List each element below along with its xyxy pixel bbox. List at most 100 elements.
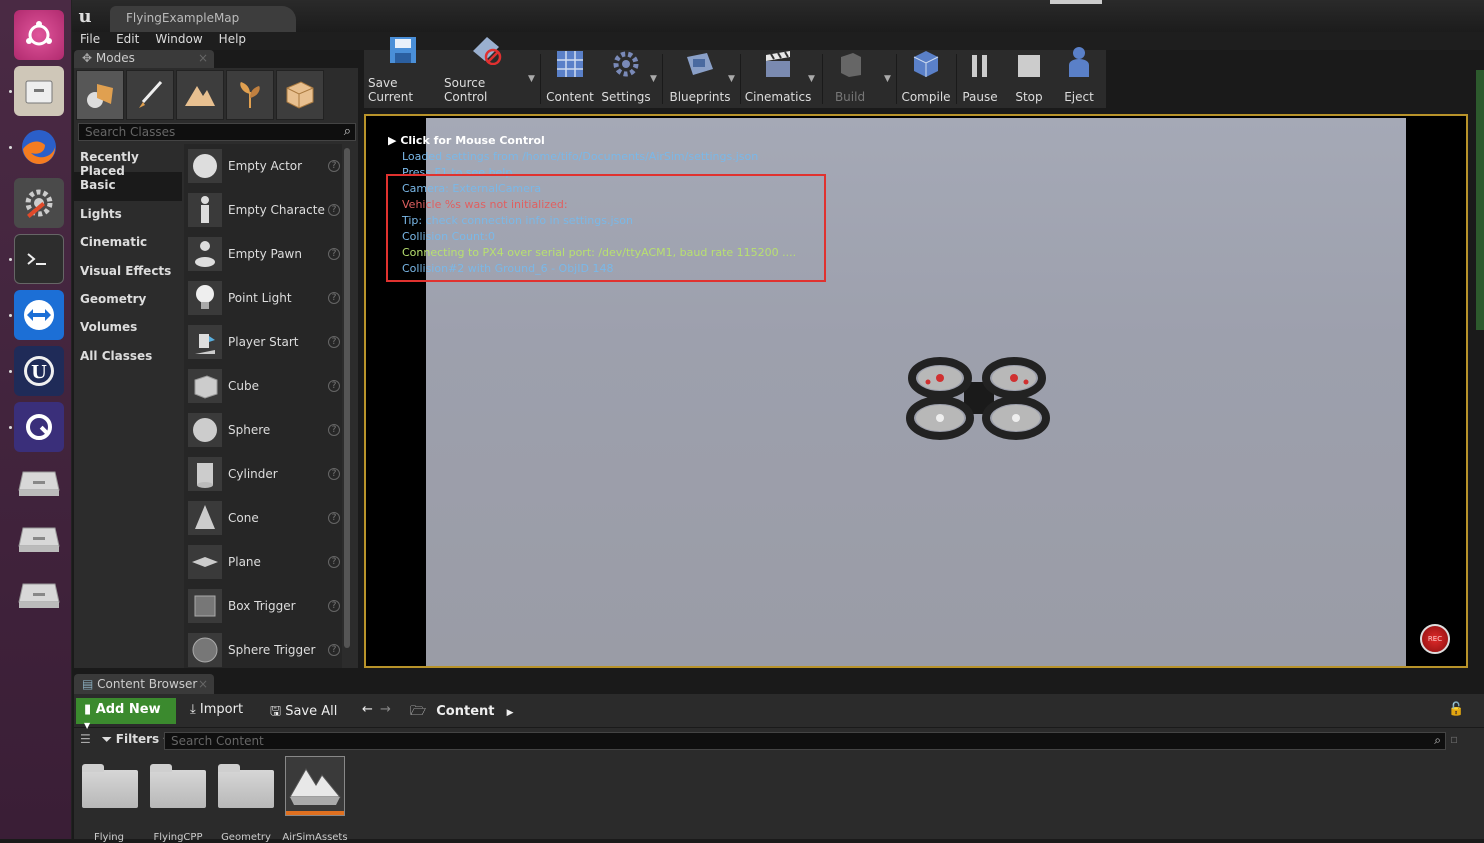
running-indicator [9,426,12,429]
modes-scrollbar[interactable] [344,148,350,648]
list-item[interactable]: Cube ? [188,366,342,406]
map-tab[interactable]: FlyingExampleMap [110,6,296,32]
cinematics-button[interactable]: Cinematics [745,50,811,108]
add-new-button[interactable]: ▮ Add New ▼ [76,698,176,730]
list-item[interactable]: Sphere Trigger ? [188,630,342,668]
help-icon[interactable]: ? [328,160,340,172]
place-mode-icon[interactable] [76,70,124,120]
category-all-classes[interactable]: All Classes [74,343,182,371]
stop-button[interactable]: Stop [1008,50,1050,108]
build-button[interactable]: Build [826,50,874,108]
menu-help[interactable]: Help [211,32,254,50]
forward-button[interactable]: → [376,698,395,724]
settings-button[interactable]: Settings [600,50,652,108]
list-item[interactable]: Sphere ? [188,410,342,450]
blueprints-button[interactable]: Blueprints [668,50,732,108]
record-button[interactable]: REC [1420,624,1450,654]
paint-mode-icon[interactable] [126,70,174,120]
chevron-down-icon[interactable]: ▼ [728,74,735,84]
source-control-button[interactable]: Source Control [444,37,528,108]
search-icon[interactable]: ⌕ [1434,733,1441,748]
landscape-mode-icon[interactable] [176,70,224,120]
pause-button[interactable]: Pause [960,50,1000,108]
back-button[interactable]: ← [358,698,377,724]
teamviewer-icon[interactable] [14,290,64,340]
menu-window[interactable]: Window [147,32,210,50]
toolbar-divider [896,54,897,104]
drone-quadcopter [906,357,1050,440]
category-cinematic[interactable]: Cinematic [74,229,182,257]
menu-file[interactable]: File [72,32,108,50]
list-item[interactable]: Empty Actor ? [188,146,342,186]
list-item[interactable]: Plane ? [188,542,342,582]
log-text: Loaded settings from /home/tifo/Document… [402,150,759,163]
lock-icon[interactable]: 🔓 [1444,698,1468,724]
sources-toggle-icon[interactable]: ☰ [80,732,91,746]
help-icon[interactable]: ? [328,644,340,656]
help-icon[interactable]: ? [328,512,340,524]
help-icon[interactable]: ? [328,204,340,216]
firefox-icon[interactable] [14,122,64,172]
chevron-down-icon[interactable]: ▼ [528,74,535,84]
help-icon[interactable]: ? [328,424,340,436]
asset-tile-airsimassets[interactable] [285,756,345,816]
drive-icon[interactable] [14,570,64,620]
unreal-engine-icon[interactable]: U [14,346,64,396]
save-current-button[interactable]: Save Current [368,37,438,108]
level-viewport[interactable]: ▶ Click for Mouse Control Loaded setting… [364,114,1468,668]
modes-tab[interactable]: ✥ Modes × [74,50,214,68]
list-item[interactable]: Cone ? [188,498,342,538]
search-content-input[interactable]: Search Content ⌕ [164,732,1446,750]
category-visual-effects[interactable]: Visual Effects [74,258,182,286]
terminal-icon[interactable] [14,234,64,284]
ubuntu-dash-icon[interactable] [14,10,64,60]
drive-icon[interactable] [14,514,64,564]
breadcrumb[interactable]: 🗁 Content ▶ [406,698,518,724]
compile-button[interactable]: Compile [900,50,952,108]
search-icon[interactable]: ⌕ [344,124,351,139]
chevron-down-icon[interactable]: ▼ [808,74,815,84]
chevron-down-icon[interactable]: ▼ [650,74,657,84]
list-item[interactable]: Empty Pawn ? [188,234,342,274]
folder-tile-flyingcpp[interactable] [148,758,208,818]
save-search-icon[interactable]: ▫ [1450,732,1458,746]
category-list: Recently Placed Basic Lights Cinematic V… [74,144,182,668]
help-icon[interactable]: ? [328,600,340,612]
folder-tile-flying[interactable] [80,758,140,818]
foliage-mode-icon[interactable] [226,70,274,120]
folder-tile-geometry[interactable] [216,758,276,818]
close-icon[interactable]: × [198,51,208,65]
list-item[interactable]: Cylinder ? [188,454,342,494]
help-icon[interactable]: ? [328,380,340,392]
help-icon[interactable]: ? [328,556,340,568]
save-all-button[interactable]: 🖫 Save All [266,698,341,724]
qgroundcontrol-icon[interactable] [14,402,64,452]
category-lights[interactable]: Lights [74,201,182,229]
geometry-mode-icon[interactable] [276,70,324,120]
list-item[interactable]: Empty Characte ? [188,190,342,230]
help-icon[interactable]: ? [328,248,340,260]
list-item[interactable]: Player Start ? [188,322,342,362]
category-recently-placed[interactable]: Recently Placed [74,144,182,178]
drive-icon[interactable] [14,458,64,508]
help-icon[interactable]: ? [328,292,340,304]
content-browser-tab[interactable]: ▤ Content Browser × [74,674,214,694]
help-icon[interactable]: ? [328,336,340,348]
chevron-down-icon[interactable]: ▼ [884,74,891,84]
category-geometry[interactable]: Geometry [74,286,182,314]
menu-edit[interactable]: Edit [108,32,147,50]
settings-icon[interactable] [14,178,64,228]
sphere-trigger-icon [188,633,222,667]
files-icon[interactable] [14,66,64,116]
close-icon[interactable]: × [198,677,208,691]
help-icon[interactable]: ? [328,468,340,480]
category-volumes[interactable]: Volumes [74,314,182,342]
search-classes-input[interactable]: Search Classes ⌕ [78,123,356,141]
content-button[interactable]: Content [544,50,596,108]
mouse-control-hint[interactable]: ▶ Click for Mouse Control [388,134,545,147]
filters-button[interactable]: ⏷ Filters ▼ [102,732,170,747]
eject-button[interactable]: Eject [1058,47,1100,108]
list-item[interactable]: Box Trigger ? [188,586,342,626]
list-item[interactable]: Point Light ? [188,278,342,318]
import-button[interactable]: ⤓ Import [186,698,247,724]
